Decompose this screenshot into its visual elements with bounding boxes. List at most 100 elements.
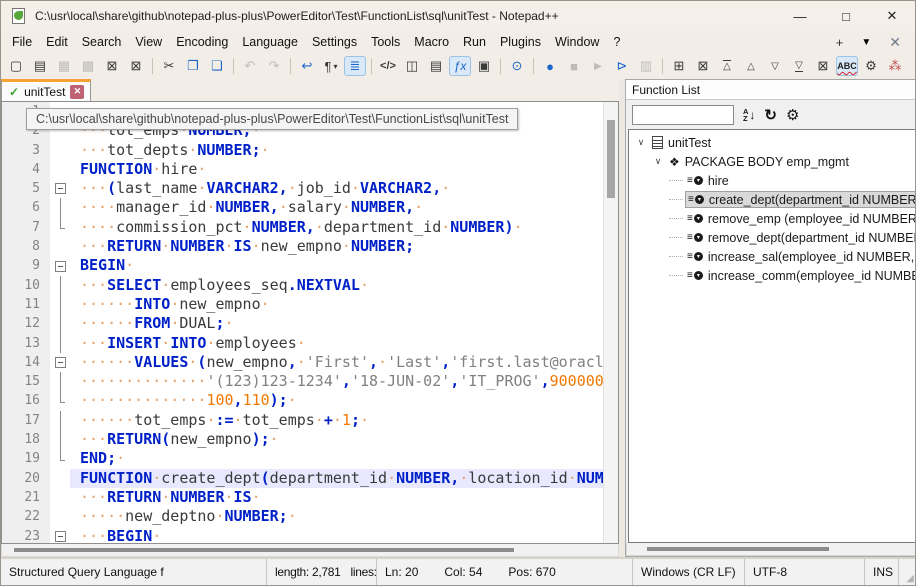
tree-item-increase-sal[interactable]: ≡▾increase_sal(employee_id NUMBER, sala xyxy=(629,247,916,266)
menu-tools[interactable]: Tools xyxy=(364,33,407,51)
document-list-icon[interactable]: ▤ xyxy=(425,56,447,76)
fold-marker[interactable] xyxy=(50,527,70,544)
menu-run[interactable]: Run xyxy=(456,33,493,51)
close-icon[interactable]: ⊠ xyxy=(101,56,123,76)
menu-language[interactable]: Language xyxy=(235,33,305,51)
close-all-icon[interactable]: ⊠ xyxy=(125,56,147,76)
monitoring-eye-icon[interactable]: ⊙ xyxy=(506,56,528,76)
menu-macro[interactable]: Macro xyxy=(407,33,456,51)
tree-item-create-dept[interactable]: ≡▾create_dept(department_id NUMBER, lo xyxy=(629,190,916,209)
code-text-area[interactable]: ···tot_emps·NUMBER;····tot_depts·NUMBER;… xyxy=(70,102,603,543)
macro-record-icon[interactable]: ● xyxy=(539,56,561,76)
sort-az-icon[interactable]: AZ ↓ xyxy=(743,108,755,122)
post-it-icon[interactable]: ⊞ xyxy=(668,56,690,76)
status-insert-mode[interactable]: INS xyxy=(865,559,899,585)
minimize-button[interactable]: — xyxy=(777,1,823,31)
distraction-free-icon[interactable]: ⊠ xyxy=(692,56,714,76)
fold-marker[interactable] xyxy=(50,256,70,275)
unfold-all-icon[interactable]: ▽ xyxy=(788,56,810,76)
code-line: ·····new_deptno·NUMBER;· xyxy=(70,507,603,526)
menu-edit[interactable]: Edit xyxy=(39,33,75,51)
indent-guide-icon[interactable]: ≣ xyxy=(344,56,366,76)
editor-vertical-scrollbar[interactable] xyxy=(603,102,618,543)
code-editor[interactable]: 1234567891011121314151617181920212223 ··… xyxy=(1,101,619,544)
uncollapse-current-level-icon[interactable]: ▽ xyxy=(764,56,786,76)
cut-icon[interactable]: ✂ xyxy=(158,56,180,76)
tab-bar: ✓ unitTest ✕ xyxy=(1,79,619,101)
new-file-icon[interactable]: ▢ xyxy=(5,56,27,76)
word-wrap-icon[interactable]: ↩ xyxy=(296,56,318,76)
status-doc-type: Structured Query Language f xyxy=(1,559,267,585)
menu-plugins[interactable]: Plugins xyxy=(493,33,548,51)
fold-margin[interactable] xyxy=(50,102,70,543)
close-button[interactable]: ✕ xyxy=(869,1,915,31)
show-all-characters-icon[interactable]: ¶▾ xyxy=(320,56,342,76)
code-line: END;· xyxy=(70,449,603,468)
maximize-button[interactable]: □ xyxy=(823,1,869,31)
line-number: 3 xyxy=(2,141,40,160)
expand-chevron-icon[interactable]: ∨ xyxy=(635,137,647,148)
tree-item-unittest[interactable]: ∨unitTest xyxy=(629,133,916,152)
function-search-input[interactable] xyxy=(632,105,734,125)
open-file-icon[interactable]: ▤ xyxy=(29,56,51,76)
code-line: ···(last_name·VARCHAR2,·job_id·VARCHAR2,… xyxy=(70,179,603,198)
menu-[interactable]: ? xyxy=(606,33,627,51)
toolbar-separator xyxy=(371,58,372,74)
fold-marker[interactable] xyxy=(50,353,70,372)
tree-item-remove-dept[interactable]: ≡▾remove_dept(department_id NUMBER) xyxy=(629,228,916,247)
vertical-scroll-thumb[interactable] xyxy=(607,120,615,198)
status-eol-format[interactable]: Windows (CR LF) xyxy=(633,559,745,585)
status-bar: Structured Query Language f length: 2,78… xyxy=(1,557,915,585)
function-icon: ≡▾ xyxy=(687,214,703,224)
fold-margin-cell xyxy=(50,160,70,179)
tree-item-remove-emp[interactable]: ≡▾remove_emp (employee_id NUMBER) xyxy=(629,209,916,228)
status-length-lines: length: 2,781 lines: 90 xyxy=(267,559,377,585)
settings-gear-icon[interactable]: ⚙ xyxy=(786,106,799,124)
editor-pane: ✓ unitTest ✕ 123456789101112131415161718… xyxy=(1,79,619,557)
spell-check-abc-icon[interactable]: ABC xyxy=(836,56,858,76)
menu-settings[interactable]: Settings xyxy=(305,33,364,51)
tree-connector xyxy=(669,199,683,200)
close-tab-icon[interactable]: ✕ xyxy=(889,34,901,51)
tree-item-hire[interactable]: ≡▾hire xyxy=(629,171,916,190)
toolbar-overflow-icon[interactable]: » xyxy=(908,56,916,76)
tab-close-icon[interactable]: ✕ xyxy=(70,85,84,99)
wrap-select-icon[interactable]: ⊠ xyxy=(812,56,834,76)
expand-chevron-icon[interactable]: ∨ xyxy=(652,156,664,167)
tab-unittest[interactable]: ✓ unitTest ✕ xyxy=(1,79,91,101)
macro-run-multiple-icon[interactable]: ⊳ xyxy=(611,56,633,76)
fold-margin-cell xyxy=(50,314,70,333)
panel-scroll-thumb[interactable] xyxy=(647,547,829,551)
panel-horizontal-scrollbar[interactable] xyxy=(626,543,916,556)
tree-item-increase-comm[interactable]: ≡▾increase_comm(employee_id NUMBER, xyxy=(629,266,916,285)
package-icon: ❖ xyxy=(669,155,680,169)
reload-icon[interactable]: ↻ xyxy=(764,106,777,124)
plugin-gears-icon[interactable]: ⚙ xyxy=(860,56,882,76)
menu-search[interactable]: Search xyxy=(75,33,129,51)
horizontal-scroll-thumb[interactable] xyxy=(14,548,514,552)
save-all-icon: ▩ xyxy=(77,56,99,76)
copy-icon[interactable]: ❐ xyxy=(182,56,204,76)
menu-encoding[interactable]: Encoding xyxy=(169,33,235,51)
menu-view[interactable]: View xyxy=(128,33,169,51)
new-tab-button[interactable]: + xyxy=(836,35,844,50)
tree-item-package-body-emp-mgmt[interactable]: ∨❖PACKAGE BODY emp_mgmt xyxy=(629,152,916,171)
view-code-icon[interactable]: </> xyxy=(377,56,399,76)
menu-window[interactable]: Window xyxy=(548,33,606,51)
document-map-icon[interactable]: ◫ xyxy=(401,56,423,76)
code-line: ···RETURN(new_empno);· xyxy=(70,430,603,449)
function-list-icon[interactable]: ƒx xyxy=(449,56,471,76)
fold-marker[interactable] xyxy=(50,179,70,198)
fold-all-icon[interactable]: △ xyxy=(716,56,738,76)
editor-horizontal-scrollbar[interactable] xyxy=(1,544,619,557)
status-encoding[interactable]: UTF-8 xyxy=(745,559,865,585)
code-line: ···RETURN·NUMBER·IS· xyxy=(70,488,603,507)
menu-file[interactable]: File xyxy=(5,33,39,51)
collapse-current-level-icon[interactable]: △ xyxy=(740,56,762,76)
code-line: BEGIN· xyxy=(70,256,603,275)
paste-icon[interactable]: ❏ xyxy=(206,56,228,76)
folder-as-workspace-icon[interactable]: ▣ xyxy=(473,56,495,76)
tab-list-icon[interactable]: ▼ xyxy=(861,37,871,48)
code-line: ······tot_emps·:=·tot_emps·+·1;· xyxy=(70,411,603,430)
explorer-tree-icon[interactable]: ⁂ xyxy=(884,56,906,76)
